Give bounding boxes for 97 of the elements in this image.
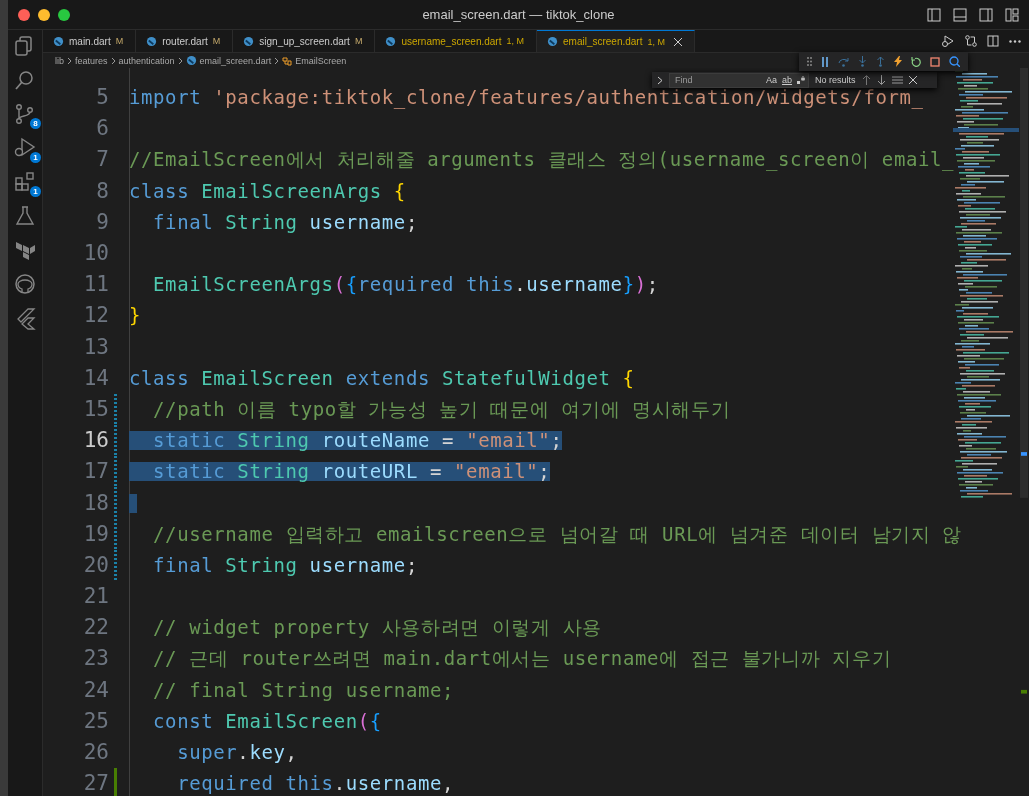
line-number: 18 [82, 492, 109, 514]
flask-icon[interactable] [13, 204, 37, 228]
restart-icon[interactable] [911, 56, 921, 67]
editor-tab[interactable]: sign_up_screen.dart M [233, 30, 376, 52]
find-field[interactable]: Find Aa ab [669, 72, 810, 88]
split-editor-icon[interactable] [987, 35, 999, 47]
editor-tab[interactable]: email_screen.dart 1, M [537, 30, 695, 52]
line-number: 15 [82, 398, 109, 420]
code-line: } [129, 306, 142, 326]
line-number: 17 [82, 461, 109, 483]
chevron-right-icon[interactable] [657, 75, 663, 85]
code-line: import 'package:tiktok_clone/features/authentication/widgets/form_ [129, 88, 924, 108]
run-debug-icon[interactable] [941, 35, 955, 47]
code-line: super.key, [176, 743, 298, 763]
code-line: //path 이름 typo할 가능성 높기 때문에 여기에 명시해두기 [152, 399, 731, 419]
code-line: class EmailScreen extends StatefulWidget { [129, 368, 635, 388]
code-line: class EmailScreenArgs { [129, 181, 406, 201]
line-number: 12 [82, 305, 109, 327]
secondary-sidebar-icon[interactable] [979, 7, 993, 22]
code-line: required this.username, [176, 774, 455, 794]
pause-icon[interactable] [821, 56, 829, 67]
class-symbol-icon [282, 55, 293, 66]
code-line: const EmailScreen({ [152, 711, 382, 731]
whole-word-toggle[interactable]: ab [782, 75, 793, 85]
line-number: 8 [95, 180, 109, 202]
line-number: 11 [82, 274, 109, 296]
code-line: final String username; [152, 555, 418, 575]
chevron-right-icon [177, 56, 183, 65]
lightning-icon[interactable] [894, 56, 902, 67]
line-number: 23 [82, 648, 109, 670]
code-line: // final String username; [152, 680, 455, 700]
count-badge: 8 [30, 118, 41, 129]
zoom-window-button[interactable] [58, 8, 70, 21]
grip-icon[interactable] [807, 57, 812, 66]
line-number: 13 [82, 336, 109, 358]
more-icon[interactable] [1009, 39, 1021, 43]
chevron-right-icon [110, 56, 116, 65]
dart-file-icon [146, 35, 158, 47]
code-line: //EmailScreen에서 처리해줄 arguments 클래스 정의(username_screen이 email_ [129, 150, 955, 170]
count-badge: 1 [30, 186, 41, 197]
chevron-right-icon [67, 56, 72, 65]
dart-file-icon [385, 35, 397, 47]
blocks-icon[interactable] [13, 170, 37, 194]
inspect-icon[interactable] [949, 56, 960, 67]
breadcrumb-item[interactable]: EmailScreen [295, 55, 347, 66]
arrow-down-icon[interactable] [876, 75, 886, 85]
line-number: 5 [95, 87, 109, 109]
step-out-icon[interactable] [876, 56, 885, 67]
match-case-toggle[interactable]: Aa [766, 75, 777, 85]
editor-tab[interactable]: router.dart M [136, 30, 234, 52]
dart-file-icon [53, 35, 64, 47]
line-number: 27 [82, 773, 109, 795]
line-number: 21 [82, 586, 109, 608]
code-line: // 근데 router쓰려면 main.dart에서는 username에 접근 불가니까 지우기 [152, 649, 892, 669]
minimize-window-button[interactable] [38, 8, 50, 21]
editor-tab[interactable]: main.dart M [43, 30, 137, 52]
breadcrumb-item[interactable]: email_screen.dart [199, 55, 272, 66]
breadcrumb-item[interactable]: authentication [118, 55, 175, 66]
chevron-right-icon [274, 56, 280, 65]
arrow-up-icon[interactable] [861, 75, 871, 85]
line-number: 14 [82, 367, 109, 389]
count-badge: 1 [30, 152, 41, 163]
stop-icon[interactable] [930, 56, 940, 67]
code-line: final String username; [152, 212, 418, 232]
code-line: //username 입력하고 emailscreen으로 넘어갈 때 URL에 넘겨준 데이터 남기지 않 [152, 524, 962, 544]
dart-file-icon [243, 35, 255, 47]
editor-tab[interactable]: username_screen.dart 1, M [375, 30, 537, 52]
dart-file-icon [185, 55, 197, 66]
find-results: No results [815, 75, 856, 85]
sidebar-layout-icon[interactable] [927, 7, 941, 22]
compare-icon[interactable] [965, 35, 977, 47]
window-title: email_screen.dart — tiktok_clone [422, 7, 615, 22]
line-number: 19 [82, 523, 109, 545]
step-into-icon[interactable] [858, 56, 867, 67]
line-number: 20 [82, 554, 109, 576]
line-number: 22 [82, 617, 109, 639]
regex-icon[interactable] [797, 76, 806, 84]
line-number: 16 [82, 430, 109, 452]
code-line: EmailScreenArgs({required this.username}); [152, 275, 659, 295]
line-number: 9 [95, 211, 109, 233]
line-number: 24 [82, 679, 109, 701]
step-over-icon[interactable] [838, 56, 849, 67]
customize-layout-icon[interactable] [1005, 7, 1019, 22]
close-icon[interactable] [674, 37, 682, 46]
line-number: 26 [82, 742, 109, 764]
lines-icon[interactable] [891, 76, 903, 84]
breadcrumb-item[interactable]: features [75, 55, 108, 66]
code-line: // widget property 사용하려면 이렇게 사용 [152, 618, 602, 638]
line-number: 7 [95, 149, 109, 171]
dart-file-icon [547, 36, 558, 47]
close-window-button[interactable] [18, 8, 30, 21]
line-number: 6 [95, 118, 109, 140]
line-number: 10 [82, 243, 109, 265]
line-number: 25 [82, 710, 109, 732]
close-icon[interactable] [908, 76, 917, 84]
panel-layout-icon[interactable] [953, 7, 967, 22]
breadcrumb-item[interactable]: lib [55, 55, 64, 66]
